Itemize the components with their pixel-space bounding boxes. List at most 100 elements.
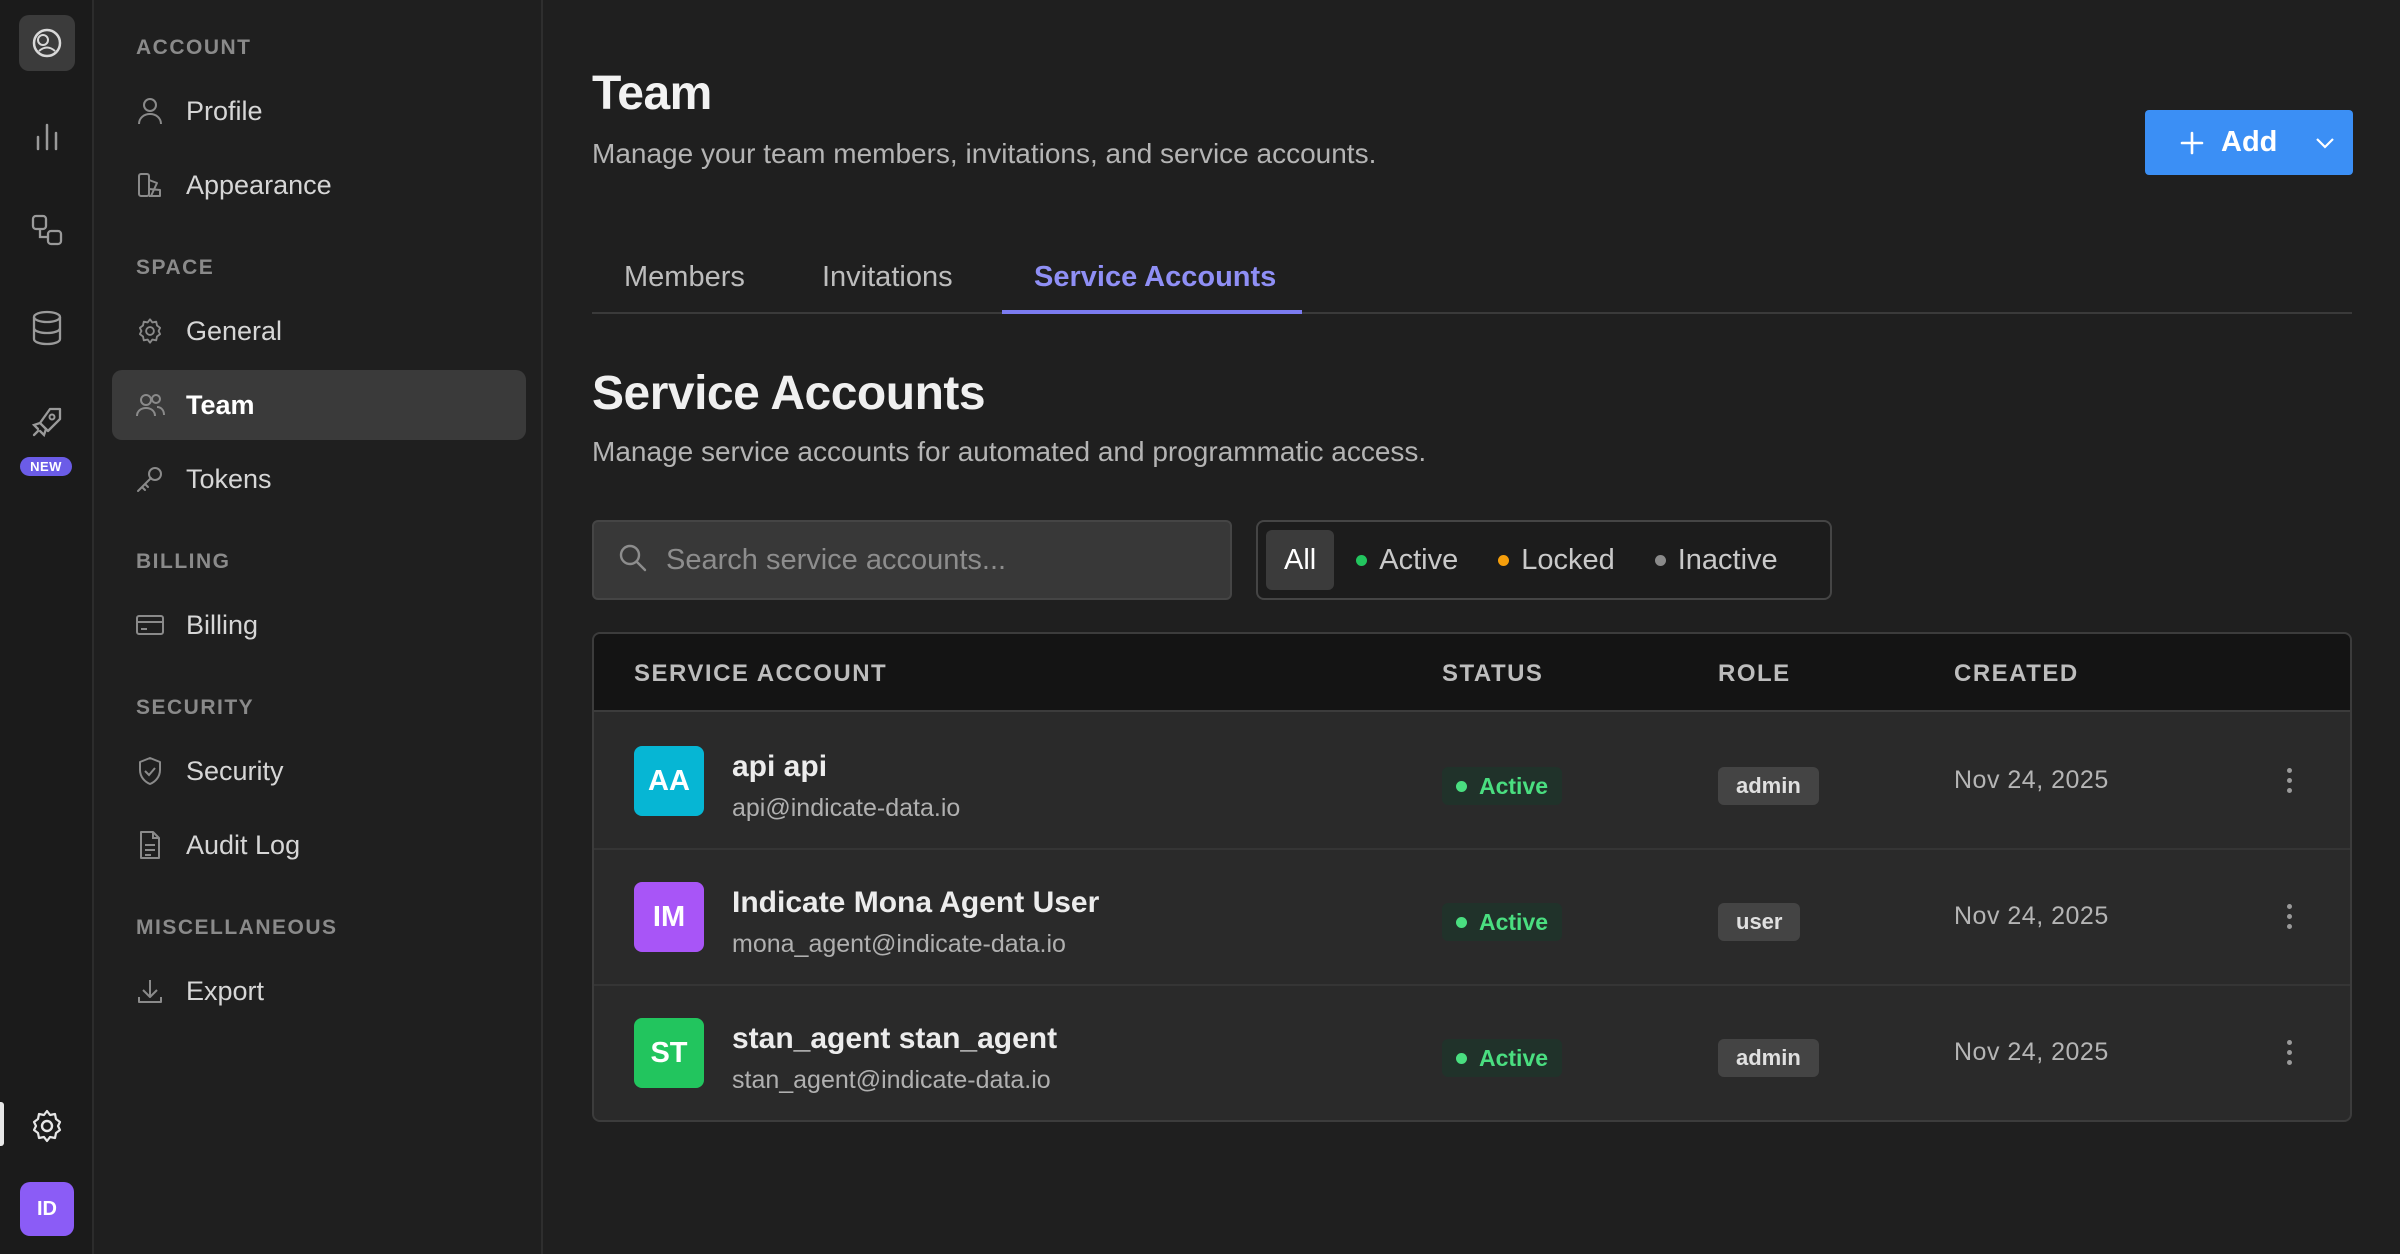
settings-icon[interactable] <box>27 1106 67 1146</box>
tab-bar: Members Invitations Service Accounts <box>592 240 2352 314</box>
active-tab-indicator <box>1002 310 1302 314</box>
status-dot-icon <box>1456 1052 1467 1064</box>
filter-active[interactable]: Active <box>1338 530 1476 590</box>
status-badge: Active <box>1442 1039 1563 1077</box>
chevron-down-icon[interactable] <box>2297 110 2353 175</box>
rail-active-indicator <box>0 1102 4 1146</box>
page-title: Team <box>592 67 712 120</box>
sidebar-item-label: Security <box>186 755 284 786</box>
new-badge: NEW <box>20 457 72 476</box>
key-icon <box>134 463 166 495</box>
role-badge: admin <box>1718 767 1819 805</box>
active-dot-icon <box>1356 554 1368 566</box>
user-icon <box>134 95 166 127</box>
sidebar-item-profile[interactable]: Profile <box>112 76 526 146</box>
main-content: Team Manage your team members, invitatio… <box>592 0 2353 1254</box>
add-button[interactable]: Add <box>2145 110 2353 175</box>
filter-label: Active <box>1379 543 1459 576</box>
status-label: Active <box>1479 1044 1549 1071</box>
filter-inactive[interactable]: Inactive <box>1637 530 1796 590</box>
sidebar-section-security: SECURITY <box>136 696 255 719</box>
sidebar-item-team[interactable]: Team <box>112 370 526 440</box>
avatar: AA <box>634 746 704 816</box>
sidebar-section-billing: BILLING <box>136 550 231 573</box>
sidebar-item-label: Tokens <box>186 463 272 494</box>
created-date: Nov 24, 2025 <box>1954 766 2109 794</box>
account-name: stan_agent stan_agent <box>732 1022 1058 1055</box>
account-name: api api <box>732 750 828 783</box>
gear-icon <box>134 315 166 347</box>
account-email: api@indicate-data.io <box>732 794 961 822</box>
document-icon <box>134 829 166 861</box>
sidebar-item-general[interactable]: General <box>112 296 526 366</box>
role-badge: user <box>1718 903 1801 941</box>
filter-label: Locked <box>1521 543 1615 576</box>
palette-icon <box>134 169 166 201</box>
table-row[interactable]: IM Indicate Mona Agent User mona_agent@i… <box>594 850 2350 986</box>
rocket-icon[interactable] <box>27 402 67 442</box>
section-subtitle: Manage service accounts for automated an… <box>592 436 1427 467</box>
column-header-role: ROLE <box>1718 660 1791 687</box>
account-name: Indicate Mona Agent User <box>732 886 1100 919</box>
sidebar-section-account: ACCOUNT <box>136 36 252 59</box>
sidebar-item-appearance[interactable]: Appearance <box>112 150 526 220</box>
tab-invitations[interactable]: Invitations <box>822 240 953 314</box>
sidebar-item-label: Team <box>186 389 255 420</box>
sidebar-item-audit-log[interactable]: Audit Log <box>112 810 526 880</box>
download-icon <box>134 975 166 1007</box>
sidebar-item-label: Audit Log <box>186 829 301 860</box>
section-title: Service Accounts <box>592 367 986 420</box>
sidebar-section-space: SPACE <box>136 256 215 279</box>
sidebar-item-label: Profile <box>186 95 263 126</box>
service-accounts-table: SERVICE ACCOUNT STATUS ROLE CREATED AA a… <box>592 632 2352 1122</box>
column-header-status: STATUS <box>1442 660 1544 687</box>
search-box <box>592 520 1232 600</box>
created-date: Nov 24, 2025 <box>1954 1038 2109 1066</box>
inactive-dot-icon <box>1654 554 1666 566</box>
more-options-icon[interactable] <box>2274 896 2304 936</box>
created-date: Nov 24, 2025 <box>1954 902 2109 930</box>
flow-icon[interactable] <box>27 210 67 250</box>
sidebar-item-label: Billing <box>186 609 259 640</box>
sidebar-item-export[interactable]: Export <box>112 956 526 1026</box>
add-button-label: Add <box>2221 126 2278 158</box>
more-options-icon[interactable] <box>2274 1032 2304 1072</box>
column-header-created: CREATED <box>1954 660 2079 687</box>
sidebar-item-label: Export <box>186 975 265 1006</box>
filter-locked[interactable]: Locked <box>1480 530 1633 590</box>
sidebar-item-tokens[interactable]: Tokens <box>112 444 526 514</box>
table-row[interactable]: ST stan_agent stan_agent stan_agent@indi… <box>594 986 2350 1120</box>
plus-icon <box>2179 130 2205 156</box>
filter-label: Inactive <box>1677 543 1778 576</box>
status-dot-icon <box>1456 916 1467 928</box>
role-badge: admin <box>1718 1039 1819 1077</box>
sidebar-item-security[interactable]: Security <box>112 736 526 806</box>
avatar: IM <box>634 882 704 952</box>
status-dot-icon <box>1456 780 1467 792</box>
locked-dot-icon <box>1498 554 1510 566</box>
account-email: mona_agent@indicate-data.io <box>732 930 1066 958</box>
user-avatar[interactable]: ID <box>20 1182 74 1236</box>
app-logo-icon[interactable] <box>19 15 75 71</box>
database-icon[interactable] <box>27 308 67 348</box>
tab-members[interactable]: Members <box>624 240 745 314</box>
status-label: Active <box>1479 772 1549 799</box>
search-input[interactable] <box>666 543 1226 577</box>
sidebar-section-misc: MISCELLANEOUS <box>136 916 338 939</box>
icon-rail: NEW ID <box>0 0 94 1254</box>
sidebar-item-billing[interactable]: Billing <box>112 590 526 660</box>
more-options-icon[interactable] <box>2274 760 2304 800</box>
status-filter-group: All Active Locked Inactive <box>1256 520 1832 600</box>
filter-all[interactable]: All <box>1266 530 1335 590</box>
table-row[interactable]: AA api api api@indicate-data.io Active a… <box>594 714 2350 850</box>
search-icon <box>618 543 648 578</box>
settings-sidebar: ACCOUNT Profile Appearance SPACE General… <box>96 0 543 1254</box>
status-badge: Active <box>1442 903 1563 941</box>
analytics-icon[interactable] <box>27 116 67 156</box>
tab-service-accounts[interactable]: Service Accounts <box>1034 240 1276 314</box>
status-label: Active <box>1479 908 1549 935</box>
filter-label: All <box>1284 543 1317 576</box>
account-email: stan_agent@indicate-data.io <box>732 1066 1051 1094</box>
sidebar-item-label: General <box>186 315 283 346</box>
avatar: ST <box>634 1018 704 1088</box>
